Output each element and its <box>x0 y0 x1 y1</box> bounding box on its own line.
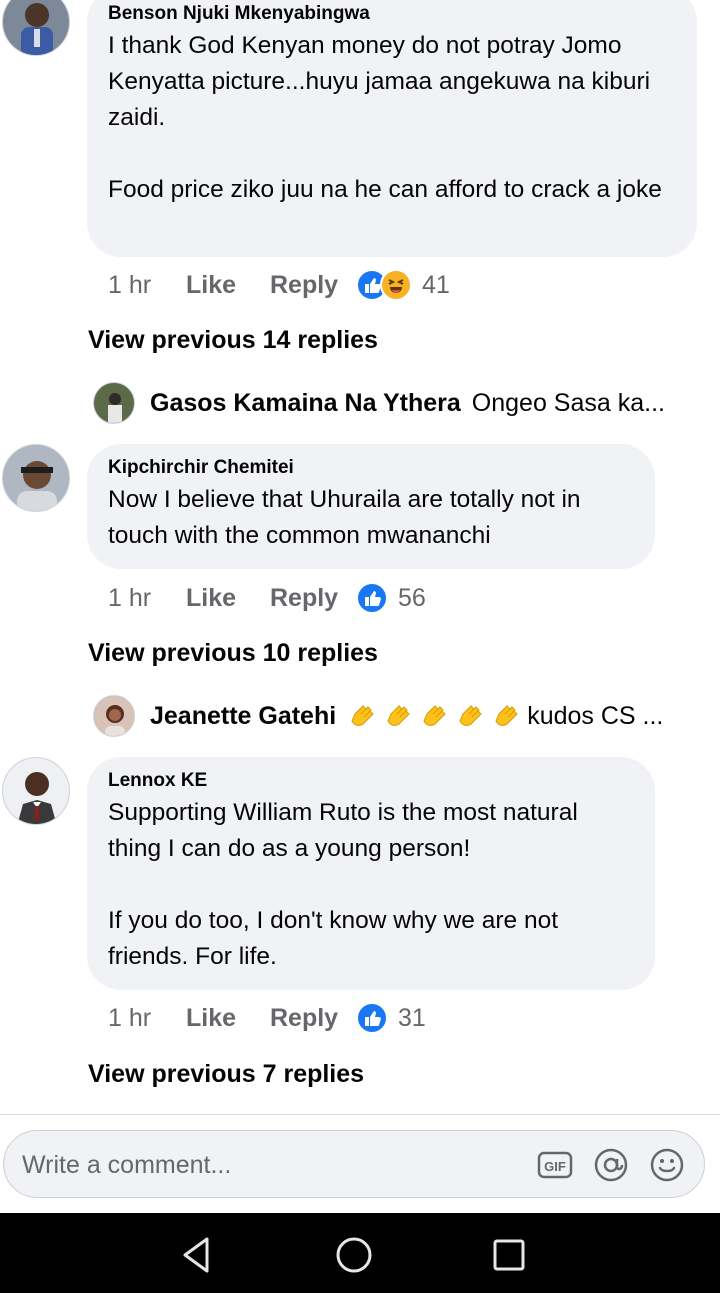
reply-snippet-text: kudos CS ... <box>527 701 664 730</box>
comment-actions: 1 hr Like Reply 56 <box>108 580 426 616</box>
back-icon[interactable] <box>175 1233 219 1277</box>
svg-text:GIF: GIF <box>544 1159 566 1174</box>
comment-bubble: Kipchirchir Chemitei Now I believe that … <box>87 444 655 569</box>
reactions-summary[interactable]: 56 <box>356 582 426 614</box>
reactions-summary[interactable]: 31 <box>356 1002 426 1034</box>
reply-button[interactable]: Reply <box>270 1004 356 1033</box>
comment-bubble: Lennox KE Supporting William Ruto is the… <box>87 757 655 990</box>
avatar-kipchirchir[interactable] <box>2 444 70 512</box>
reply-snippet: Ongeo Sasa ka... <box>471 388 665 417</box>
recents-icon[interactable] <box>487 1233 531 1277</box>
avatar-jeanette[interactable] <box>93 695 135 737</box>
comment-input[interactable] <box>22 1145 522 1185</box>
like-button[interactable]: Like <box>186 1004 270 1033</box>
avatar-gasos[interactable] <box>93 382 135 424</box>
gif-icon[interactable]: GIF <box>537 1147 573 1183</box>
comment-text: I thank God Kenyan money do not potray J… <box>108 32 662 203</box>
reply-button[interactable]: Reply <box>270 584 356 613</box>
comment-text: Supporting William Ruto is the most natu… <box>108 799 578 970</box>
composer-divider <box>0 1114 720 1115</box>
like-button[interactable]: Like <box>186 584 270 613</box>
at-mention-icon[interactable] <box>593 1147 629 1183</box>
like-button[interactable]: Like <box>186 271 270 300</box>
reactions-summary[interactable]: 41 <box>356 269 450 301</box>
avatar-benson[interactable] <box>2 0 70 56</box>
view-previous-replies-link[interactable]: View previous 10 replies <box>88 639 378 668</box>
view-previous-replies-link[interactable]: View previous 7 replies <box>88 1060 364 1089</box>
avatar-lennox[interactable] <box>2 757 70 825</box>
reaction-count: 31 <box>398 1003 426 1032</box>
like-icon <box>356 1002 388 1034</box>
reply-author[interactable]: Jeanette Gatehi <box>150 702 336 731</box>
comment-timestamp[interactable]: 1 hr <box>108 1004 186 1033</box>
reply-preview[interactable]: Jeanette Gatehi kudos CS ... <box>93 695 713 737</box>
reply-preview[interactable]: Gasos Kamaina Na Ythera Ongeo Sasa ka... <box>93 382 713 424</box>
comment-text: Now I believe that Uhuraila are totally … <box>108 486 581 549</box>
clapping-hands-emoji <box>347 700 527 732</box>
reply-author[interactable]: Gasos Kamaina Na Ythera <box>150 389 461 418</box>
reaction-count: 41 <box>422 270 450 299</box>
reaction-count: 56 <box>398 583 426 612</box>
comment-timestamp[interactable]: 1 hr <box>108 271 186 300</box>
like-icon <box>356 582 388 614</box>
home-icon[interactable] <box>332 1233 376 1277</box>
comment-author[interactable]: Kipchirchir Chemitei <box>108 456 633 480</box>
comments-feed[interactable]: Benson Njuki Mkenyabingwa I thank God Ke… <box>0 0 720 1115</box>
comment-bubble: Benson Njuki Mkenyabingwa I thank God Ke… <box>87 0 697 257</box>
system-navigation-bar <box>0 1213 720 1293</box>
reply-button[interactable]: Reply <box>270 271 356 300</box>
comment-composer: GIF <box>3 1130 705 1198</box>
comment-author[interactable]: Lennox KE <box>108 769 633 793</box>
comment-actions: 1 hr Like Reply 31 <box>108 1000 426 1036</box>
reply-snippet: kudos CS ... <box>347 700 663 732</box>
comment-author[interactable]: Benson Njuki Mkenyabingwa <box>108 2 675 26</box>
emoji-icon[interactable] <box>649 1147 685 1183</box>
haha-icon <box>380 269 412 301</box>
comment-actions: 1 hr Like Reply 41 <box>108 267 450 303</box>
comment-timestamp[interactable]: 1 hr <box>108 584 186 613</box>
view-previous-replies-link[interactable]: View previous 14 replies <box>88 326 378 355</box>
